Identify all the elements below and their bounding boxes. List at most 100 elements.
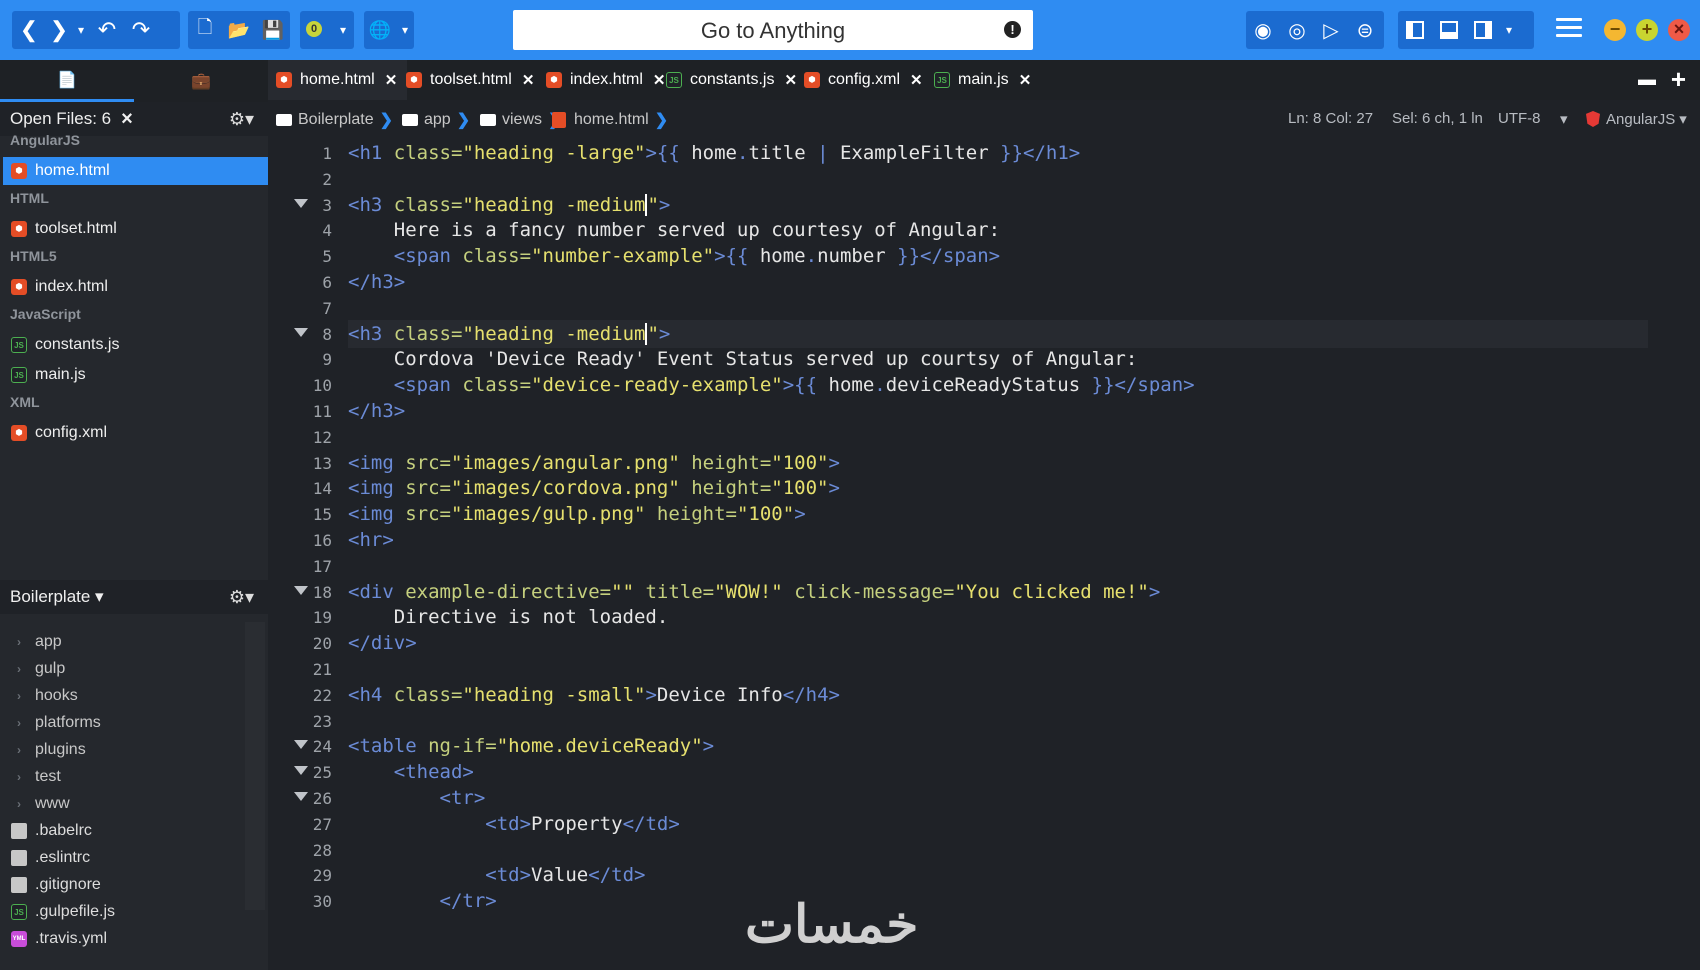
language-selector[interactable]: AngularJS ▾ <box>1586 110 1687 128</box>
tree-scrollbar[interactable] <box>245 622 265 910</box>
hamburger-menu-icon[interactable] <box>1556 18 1582 42</box>
tree-file[interactable]: .eslintrc <box>3 844 245 871</box>
breadcrumb-item[interactable]: views❯ <box>480 110 561 130</box>
tree-folder[interactable]: › gulp <box>3 655 245 682</box>
code-line[interactable]: 26 <tr> <box>268 785 1700 813</box>
code-line[interactable]: 11 </h3> <box>268 398 1700 426</box>
go-to-anything-input[interactable]: Go to Anything ! <box>513 10 1033 50</box>
tree-folder[interactable]: › app <box>3 628 245 655</box>
code-line[interactable]: 4 Here is a fancy number served up court… <box>268 217 1700 245</box>
tree-folder[interactable]: › platforms <box>3 709 245 736</box>
toggle-left-pane-button[interactable] <box>1398 11 1432 49</box>
code-line[interactable]: 18 <div example-directive="" title="WOW!"… <box>268 579 1700 607</box>
open-files-gear-icon[interactable]: ⚙▾ <box>229 109 254 130</box>
code-line[interactable]: 1 <h1 class="heading -large">{{ home.titl… <box>268 140 1700 168</box>
tree-file[interactable]: .babelrc <box>3 817 245 844</box>
toggle-right-pane-button[interactable] <box>1466 11 1500 49</box>
close-tab-icon[interactable]: ✕ <box>522 71 535 89</box>
open-file-item[interactable]: ⬢ toolset.html <box>3 215 268 243</box>
code-line[interactable]: 22 <h4 class="heading -small">Device Info… <box>268 682 1700 710</box>
play-macro-button[interactable]: ▷ <box>1314 11 1348 49</box>
save-button[interactable]: 💾 <box>256 11 290 49</box>
code-line[interactable]: 14 <img src="images/cordova.png" height="… <box>268 475 1700 503</box>
tree-file[interactable]: JS .gulpefile.js <box>3 898 245 925</box>
back-button[interactable]: ❮ <box>12 11 46 49</box>
tab-files[interactable]: 📄 <box>0 60 134 102</box>
maximize-button[interactable]: + <box>1636 19 1658 41</box>
project-label[interactable]: Boilerplate ▾ <box>10 587 104 607</box>
editor-tab[interactable]: ⬢ home.html ✕ <box>268 60 408 100</box>
debug-icon[interactable]: 0 <box>300 11 334 49</box>
new-tab-icon[interactable]: + <box>1671 64 1686 95</box>
tree-folder[interactable]: › test <box>3 763 245 790</box>
new-file-button[interactable]: 🗋 <box>188 11 222 49</box>
redo-button[interactable]: ↷ <box>124 11 158 49</box>
editor-scrollbar[interactable] <box>1686 138 1700 970</box>
breadcrumb-item[interactable]: Boilerplate ❯ <box>276 110 393 130</box>
code-line[interactable]: 9 Cordova 'Device Ready' Event Status se… <box>268 346 1700 374</box>
minimize-button[interactable]: − <box>1604 19 1626 41</box>
code-line[interactable]: 16 <hr> <box>268 527 1700 555</box>
layout-dropdown-icon[interactable]: ▾ <box>1500 11 1518 49</box>
code-line[interactable]: 6 </h3> <box>268 269 1700 297</box>
toggle-bottom-pane-button[interactable] <box>1432 11 1466 49</box>
open-folder-button[interactable]: 📂 <box>222 11 256 49</box>
project-gear-icon[interactable]: ⚙▾ <box>229 587 254 608</box>
browser-group[interactable]: 🌐 ▾ <box>364 11 414 49</box>
tree-file[interactable]: YML .travis.yml <box>3 925 245 952</box>
close-all-icon[interactable]: × <box>121 108 133 131</box>
history-dropdown-icon[interactable]: ▾ <box>72 11 90 49</box>
code-line[interactable]: 21 <box>268 656 1700 684</box>
tree-folder[interactable]: › hooks <box>3 682 245 709</box>
code-line[interactable]: 24 <table ng-if="home.deviceReady"> <box>268 733 1700 761</box>
browser-dropdown-icon[interactable]: ▾ <box>396 11 414 49</box>
code-line[interactable]: 19 Directive is not loaded. <box>268 604 1700 632</box>
tree-file[interactable]: .gitignore <box>3 871 245 898</box>
close-tab-icon[interactable]: ✕ <box>910 71 923 89</box>
open-file-item[interactable]: ⬢ index.html <box>3 273 268 301</box>
tab-toolbox[interactable]: 💼 <box>134 60 268 102</box>
globe-icon[interactable]: 🌐 <box>364 11 396 49</box>
debug-group[interactable]: 0 ▾ <box>300 11 354 49</box>
code-line[interactable]: 5 <span class="number-example">{{ home.n… <box>268 243 1700 271</box>
open-file-item[interactable]: JS main.js <box>3 361 268 389</box>
code-line[interactable]: 12 <box>268 424 1700 452</box>
alert-icon[interactable]: ! <box>1004 21 1021 38</box>
forward-button[interactable]: ❯ <box>46 11 72 49</box>
close-tab-icon[interactable]: ✕ <box>1019 71 1032 89</box>
code-line[interactable]: 8 <h3 class="heading -medium "> <box>268 321 1700 349</box>
code-line[interactable]: 27 <td>Property</td> <box>268 811 1700 839</box>
editor-tab[interactable]: ⬢ index.html ✕ <box>538 60 676 100</box>
open-file-item[interactable]: ⬢ home.html <box>3 157 268 185</box>
editor-tab[interactable]: JS constants.js ✕ <box>658 60 807 100</box>
code-line[interactable]: 28 <box>268 837 1700 865</box>
encoding-selector[interactable]: UTF-8 <box>1498 110 1541 127</box>
code-line[interactable]: 25 <thead> <box>268 759 1700 787</box>
code-line[interactable]: 10 <span class="device-ready-example">{{… <box>268 372 1700 400</box>
code-line[interactable]: 30 </tr> <box>268 888 1700 916</box>
open-file-item[interactable]: ⬢ config.xml <box>3 419 268 447</box>
editor-tab[interactable]: ⬢ toolset.html ✕ <box>398 60 544 100</box>
tree-folder[interactable]: › plugins <box>3 736 245 763</box>
close-window-button[interactable]: × <box>1668 19 1690 41</box>
undo-button[interactable]: ↶ <box>90 11 124 49</box>
code-line[interactable]: 23 <box>268 708 1700 736</box>
code-line[interactable]: 2 <box>268 166 1700 194</box>
close-tab-icon[interactable]: ✕ <box>385 71 398 89</box>
encoding-dropdown-icon[interactable]: ▾ <box>1560 110 1568 128</box>
breadcrumb-item[interactable]: app ❯ <box>402 110 470 130</box>
code-line[interactable]: 15 <img src="images/gulp.png" height="100… <box>268 501 1700 529</box>
editor-tab[interactable]: ⬢ config.xml ✕ <box>796 60 933 100</box>
record-macro-button[interactable]: ◉ <box>1246 11 1280 49</box>
code-line[interactable]: 17 <box>268 553 1700 581</box>
editor-tab[interactable]: JS main.js ✕ <box>926 60 1041 100</box>
code-line[interactable]: 20 </div> <box>268 630 1700 658</box>
code-line[interactable]: 7 <box>268 295 1700 323</box>
stop-macro-button[interactable]: ◎ <box>1280 11 1314 49</box>
tree-folder[interactable]: › www <box>3 790 245 817</box>
breadcrumb-item[interactable]: home.html ❯ <box>552 110 668 130</box>
save-macro-button[interactable]: ⊜ <box>1348 11 1382 49</box>
code-line[interactable]: 29 <td>Value</td> <box>268 862 1700 890</box>
tab-overflow-icon[interactable]: ▬ <box>1638 69 1656 90</box>
code-line[interactable]: 3 <h3 class="heading -medium "> <box>268 192 1700 220</box>
